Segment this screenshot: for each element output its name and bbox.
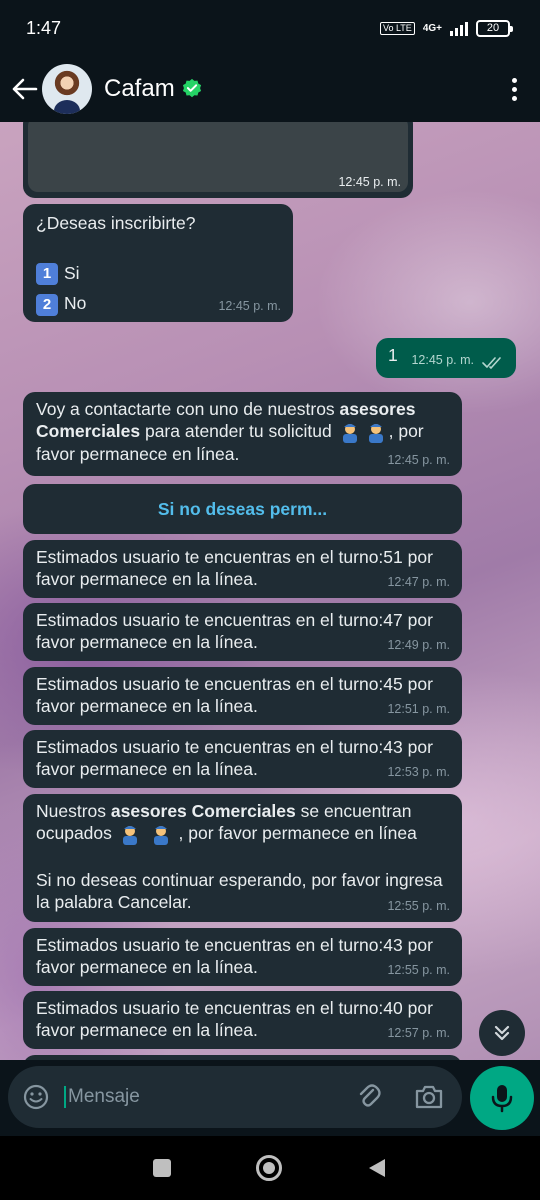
message-time: 12:53 p. m. xyxy=(387,765,450,779)
message-text: Voy a contactarte con uno de nuestros xyxy=(36,399,340,419)
message-turn[interactable]: Estimados usuario te encuentras en el tu… xyxy=(23,991,462,1049)
message-placeholder: Mensaje xyxy=(64,1086,140,1108)
keycap-two-icon: 2 xyxy=(36,293,58,316)
message-time: 12:49 p. m. xyxy=(387,638,450,652)
chat-header: Cafam xyxy=(0,56,540,122)
technician-emoji-icon xyxy=(342,424,357,444)
message-bold-text: asesores Comerciales xyxy=(110,801,296,821)
message-text: Nuestros xyxy=(36,801,111,821)
message-turn[interactable]: Estimados usuario te encuentras en el tu… xyxy=(23,667,462,725)
message-time: 12:45 p. m. xyxy=(387,453,450,467)
mic-button[interactable] xyxy=(470,1066,534,1130)
status-icons: Vo LTE 4G+ 20 xyxy=(379,19,513,37)
status-bar: 1:47 Vo LTE 4G+ 20 xyxy=(0,0,540,56)
signal-icon xyxy=(450,20,468,36)
message-advisor[interactable]: Voy a contactarte con uno de nuestros as… xyxy=(23,392,462,476)
battery-icon: 20 xyxy=(476,19,513,37)
option-si: 1 Si xyxy=(36,262,281,286)
verified-badge-icon xyxy=(182,78,201,98)
message-text: ¿Deseas inscribirte? xyxy=(36,213,196,233)
technician-emoji-icon xyxy=(153,826,168,846)
nav-back-icon[interactable] xyxy=(367,1157,387,1179)
message-text: Estimados usuario te encuentras en el tu… xyxy=(36,547,433,589)
message-time: 12:45 p. m. xyxy=(411,353,474,367)
scroll-down-icon[interactable] xyxy=(479,1010,525,1056)
message-time: 12:55 p. m. xyxy=(387,963,450,977)
keycap-one-icon: 1 xyxy=(36,263,58,286)
message-outgoing[interactable]: 1 12:45 p. m. xyxy=(376,338,516,378)
message-turn[interactable]: Estimados usuario te encuentras en el tu… xyxy=(23,730,462,788)
message-turn[interactable]: Estimados usuario te encuentras en el tu… xyxy=(23,928,462,986)
chat-area[interactable]: 12:45 p. m. ¿Deseas inscribirte? 1 Si 2 No… xyxy=(0,122,540,1060)
attach-icon[interactable] xyxy=(356,1082,382,1112)
volte-icon: Vo LTE xyxy=(379,21,415,35)
contact-name[interactable]: Cafam xyxy=(104,75,175,103)
network-type: 4G+ xyxy=(422,22,442,34)
link-button[interactable]: Si no deseas perm... xyxy=(23,484,462,534)
link-button-label: Si no deseas perm... xyxy=(157,499,328,519)
option-label: Si xyxy=(64,263,80,283)
input-bar: Mensaje xyxy=(0,1060,540,1136)
avatar[interactable] xyxy=(42,64,92,114)
nav-recents-icon[interactable] xyxy=(152,1159,171,1177)
status-time: 1:47 xyxy=(26,17,62,38)
message-time: 12:45 p. m. xyxy=(338,175,401,189)
option-label: No xyxy=(64,293,87,314)
message-turn[interactable]: Estimados usuario te encuentras en el tu… xyxy=(23,540,462,598)
emoji-icon[interactable] xyxy=(22,1083,50,1111)
technician-emoji-icon xyxy=(122,826,137,846)
system-nav-bar xyxy=(0,1136,540,1200)
message-question[interactable]: ¿Deseas inscribirte? 1 Si 2 No 12:45 p. m. xyxy=(23,204,293,322)
message-text: Estimados usuario te encuentras en el tu… xyxy=(36,674,433,716)
message-image-partial[interactable]: 12:45 p. m. xyxy=(23,122,413,198)
message-time: 12:47 p. m. xyxy=(387,575,450,589)
double-check-icon xyxy=(482,357,501,369)
message-text: Estimados usuario te encuentras en el tu… xyxy=(36,935,433,977)
message-time: 12:45 p. m. xyxy=(218,299,281,313)
technician-emoji-icon xyxy=(368,424,383,444)
message-text: 1 xyxy=(388,345,398,365)
message-text: Estimados usuario te encuentras en el tu… xyxy=(36,610,433,652)
message-text: , por favor permanece en línea xyxy=(173,823,417,843)
message-text: para atender tu solicitud xyxy=(140,421,337,441)
message-busy[interactable]: Nuestros asesores Comerciales se encuent… xyxy=(23,794,462,922)
message-text: Estimados usuario te encuentras en el tu… xyxy=(36,998,433,1040)
nav-home-icon[interactable] xyxy=(255,1155,282,1181)
camera-icon[interactable] xyxy=(414,1083,444,1111)
message-time: 12:55 p. m. xyxy=(387,899,450,913)
more-options-icon[interactable] xyxy=(502,77,526,101)
message-time: 12:51 p. m. xyxy=(387,702,450,716)
message-input[interactable]: Mensaje xyxy=(8,1066,462,1128)
message-text: Estimados usuario te encuentras en el tu… xyxy=(36,737,433,779)
message-turn[interactable]: Estimados usuario te encuentras en el tu… xyxy=(23,603,462,661)
mic-icon xyxy=(491,1085,513,1113)
message-time: 12:57 p. m. xyxy=(387,1026,450,1040)
back-arrow-icon[interactable] xyxy=(10,74,40,104)
